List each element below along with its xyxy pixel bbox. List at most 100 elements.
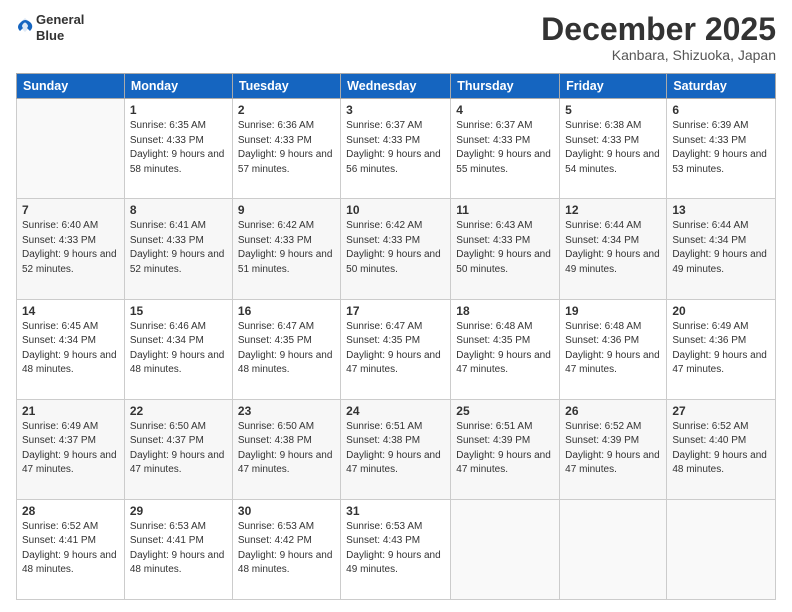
calendar-cell: 24Sunrise: 6:51 AMSunset: 4:38 PMDayligh… bbox=[341, 399, 451, 499]
calendar-cell: 8 Sunrise: 6:41 AMSunset: 4:33 PMDaylight… bbox=[124, 199, 232, 299]
day-number: 9 bbox=[238, 203, 335, 217]
day-number: 10 bbox=[346, 203, 445, 217]
day-number: 7 bbox=[22, 203, 119, 217]
day-info: Sunrise: 6:41 AMSunset: 4:33 PMDaylight:… bbox=[130, 219, 227, 277]
day-number: 20 bbox=[672, 304, 770, 318]
day-number: 21 bbox=[22, 404, 119, 418]
calendar-cell bbox=[451, 499, 560, 599]
col-header-tuesday: Tuesday bbox=[232, 74, 340, 99]
col-header-wednesday: Wednesday bbox=[341, 74, 451, 99]
logo: General Blue bbox=[16, 12, 84, 43]
day-number: 2 bbox=[238, 103, 335, 117]
calendar-cell: 1Sunrise: 6:35 AMSunset: 4:33 PMDaylight… bbox=[124, 99, 232, 199]
day-number: 31 bbox=[346, 504, 445, 518]
day-number: 22 bbox=[130, 404, 227, 418]
day-number: 16 bbox=[238, 304, 335, 318]
calendar-cell: 7 Sunrise: 6:40 AMSunset: 4:33 PMDaylight… bbox=[17, 199, 125, 299]
day-info: Sunrise: 6:44 AMSunset: 4:34 PMDaylight:… bbox=[565, 219, 661, 277]
calendar-cell: 28 Sunrise: 6:52 AMSunset: 4:41 PMDayligh… bbox=[17, 499, 125, 599]
calendar-cell: 29Sunrise: 6:53 AMSunset: 4:41 PMDayligh… bbox=[124, 499, 232, 599]
day-number: 8 bbox=[130, 203, 227, 217]
day-info: Sunrise: 6:46 AMSunset: 4:34 PMDaylight:… bbox=[130, 320, 227, 378]
calendar-cell: 22 Sunrise: 6:50 AMSunset: 4:37 PMDayligh… bbox=[124, 399, 232, 499]
col-header-friday: Friday bbox=[560, 74, 667, 99]
header: General Blue December 2025 Kanbara, Shiz… bbox=[16, 12, 776, 63]
day-number: 30 bbox=[238, 504, 335, 518]
logo-text: General Blue bbox=[36, 12, 84, 43]
calendar-cell: 18 Sunrise: 6:48 AMSunset: 4:35 PMDayligh… bbox=[451, 299, 560, 399]
col-header-monday: Monday bbox=[124, 74, 232, 99]
calendar-cell: 14Sunrise: 6:45 AMSunset: 4:34 PMDayligh… bbox=[17, 299, 125, 399]
day-info: Sunrise: 6:42 AMSunset: 4:33 PMDaylight:… bbox=[346, 219, 445, 277]
day-number: 25 bbox=[456, 404, 554, 418]
calendar-cell: 11 Sunrise: 6:43 AMSunset: 4:33 PMDayligh… bbox=[451, 199, 560, 299]
day-number: 24 bbox=[346, 404, 445, 418]
calendar-cell: 30Sunrise: 6:53 AMSunset: 4:42 PMDayligh… bbox=[232, 499, 340, 599]
day-info: Sunrise: 6:40 AMSunset: 4:33 PMDaylight:… bbox=[22, 219, 119, 277]
calendar-cell bbox=[560, 499, 667, 599]
month-title: December 2025 bbox=[541, 12, 776, 47]
calendar-cell: 26 Sunrise: 6:52 AMSunset: 4:39 PMDayligh… bbox=[560, 399, 667, 499]
calendar-cell: 16 Sunrise: 6:47 AMSunset: 4:35 PMDayligh… bbox=[232, 299, 340, 399]
calendar-cell: 23Sunrise: 6:50 AMSunset: 4:38 PMDayligh… bbox=[232, 399, 340, 499]
day-info: Sunrise: 6:51 AMSunset: 4:39 PMDaylight:… bbox=[456, 420, 554, 478]
day-info: Sunrise: 6:48 AMSunset: 4:36 PMDaylight:… bbox=[565, 320, 661, 378]
week-row-3: 14Sunrise: 6:45 AMSunset: 4:34 PMDayligh… bbox=[17, 299, 776, 399]
day-info: Sunrise: 6:50 AMSunset: 4:37 PMDaylight:… bbox=[130, 420, 227, 478]
calendar-cell: 20 Sunrise: 6:49 AMSunset: 4:36 PMDayligh… bbox=[667, 299, 776, 399]
day-number: 18 bbox=[456, 304, 554, 318]
calendar-cell: 2 Sunrise: 6:36 AMSunset: 4:33 PMDaylight… bbox=[232, 99, 340, 199]
calendar-cell: 15 Sunrise: 6:46 AMSunset: 4:34 PMDayligh… bbox=[124, 299, 232, 399]
day-number: 6 bbox=[672, 103, 770, 117]
day-number: 1 bbox=[130, 103, 227, 117]
day-number: 27 bbox=[672, 404, 770, 418]
day-info: Sunrise: 6:52 AMSunset: 4:39 PMDaylight:… bbox=[565, 420, 661, 478]
day-number: 12 bbox=[565, 203, 661, 217]
calendar-table: SundayMondayTuesdayWednesdayThursdayFrid… bbox=[16, 73, 776, 600]
location: Kanbara, Shizuoka, Japan bbox=[541, 47, 776, 63]
day-info: Sunrise: 6:36 AMSunset: 4:33 PMDaylight:… bbox=[238, 119, 335, 177]
calendar-cell: 6Sunrise: 6:39 AMSunset: 4:33 PMDaylight… bbox=[667, 99, 776, 199]
day-info: Sunrise: 6:53 AMSunset: 4:41 PMDaylight:… bbox=[130, 520, 227, 578]
calendar-cell bbox=[667, 499, 776, 599]
logo-icon bbox=[16, 16, 34, 34]
header-row: SundayMondayTuesdayWednesdayThursdayFrid… bbox=[17, 74, 776, 99]
day-number: 19 bbox=[565, 304, 661, 318]
day-info: Sunrise: 6:42 AMSunset: 4:33 PMDaylight:… bbox=[238, 219, 335, 277]
day-number: 28 bbox=[22, 504, 119, 518]
day-info: Sunrise: 6:44 AMSunset: 4:34 PMDaylight:… bbox=[672, 219, 770, 277]
day-number: 23 bbox=[238, 404, 335, 418]
calendar-cell: 25 Sunrise: 6:51 AMSunset: 4:39 PMDayligh… bbox=[451, 399, 560, 499]
day-number: 3 bbox=[346, 103, 445, 117]
day-info: Sunrise: 6:49 AMSunset: 4:36 PMDaylight:… bbox=[672, 320, 770, 378]
day-number: 11 bbox=[456, 203, 554, 217]
calendar-cell: 9 Sunrise: 6:42 AMSunset: 4:33 PMDaylight… bbox=[232, 199, 340, 299]
day-info: Sunrise: 6:43 AMSunset: 4:33 PMDaylight:… bbox=[456, 219, 554, 277]
calendar-page: General Blue December 2025 Kanbara, Shiz… bbox=[0, 0, 792, 612]
calendar-cell: 27 Sunrise: 6:52 AMSunset: 4:40 PMDayligh… bbox=[667, 399, 776, 499]
logo-line1: General bbox=[36, 12, 84, 28]
day-info: Sunrise: 6:48 AMSunset: 4:35 PMDaylight:… bbox=[456, 320, 554, 378]
day-info: Sunrise: 6:47 AMSunset: 4:35 PMDaylight:… bbox=[238, 320, 335, 378]
day-info: Sunrise: 6:52 AMSunset: 4:40 PMDaylight:… bbox=[672, 420, 770, 478]
calendar-cell: 3Sunrise: 6:37 AMSunset: 4:33 PMDaylight… bbox=[341, 99, 451, 199]
day-info: Sunrise: 6:37 AMSunset: 4:33 PMDaylight:… bbox=[456, 119, 554, 177]
day-info: Sunrise: 6:45 AMSunset: 4:34 PMDaylight:… bbox=[22, 320, 119, 378]
day-number: 17 bbox=[346, 304, 445, 318]
day-info: Sunrise: 6:52 AMSunset: 4:41 PMDaylight:… bbox=[22, 520, 119, 578]
calendar-cell: 5 Sunrise: 6:38 AMSunset: 4:33 PMDaylight… bbox=[560, 99, 667, 199]
day-info: Sunrise: 6:47 AMSunset: 4:35 PMDaylight:… bbox=[346, 320, 445, 378]
col-header-saturday: Saturday bbox=[667, 74, 776, 99]
week-row-1: 1Sunrise: 6:35 AMSunset: 4:33 PMDaylight… bbox=[17, 99, 776, 199]
calendar-cell: 21Sunrise: 6:49 AMSunset: 4:37 PMDayligh… bbox=[17, 399, 125, 499]
calendar-cell: 19 Sunrise: 6:48 AMSunset: 4:36 PMDayligh… bbox=[560, 299, 667, 399]
day-number: 13 bbox=[672, 203, 770, 217]
day-number: 26 bbox=[565, 404, 661, 418]
calendar-cell bbox=[17, 99, 125, 199]
title-block: December 2025 Kanbara, Shizuoka, Japan bbox=[541, 12, 776, 63]
day-number: 5 bbox=[565, 103, 661, 117]
day-info: Sunrise: 6:38 AMSunset: 4:33 PMDaylight:… bbox=[565, 119, 661, 177]
day-number: 15 bbox=[130, 304, 227, 318]
logo-line2: Blue bbox=[36, 28, 84, 44]
day-number: 4 bbox=[456, 103, 554, 117]
